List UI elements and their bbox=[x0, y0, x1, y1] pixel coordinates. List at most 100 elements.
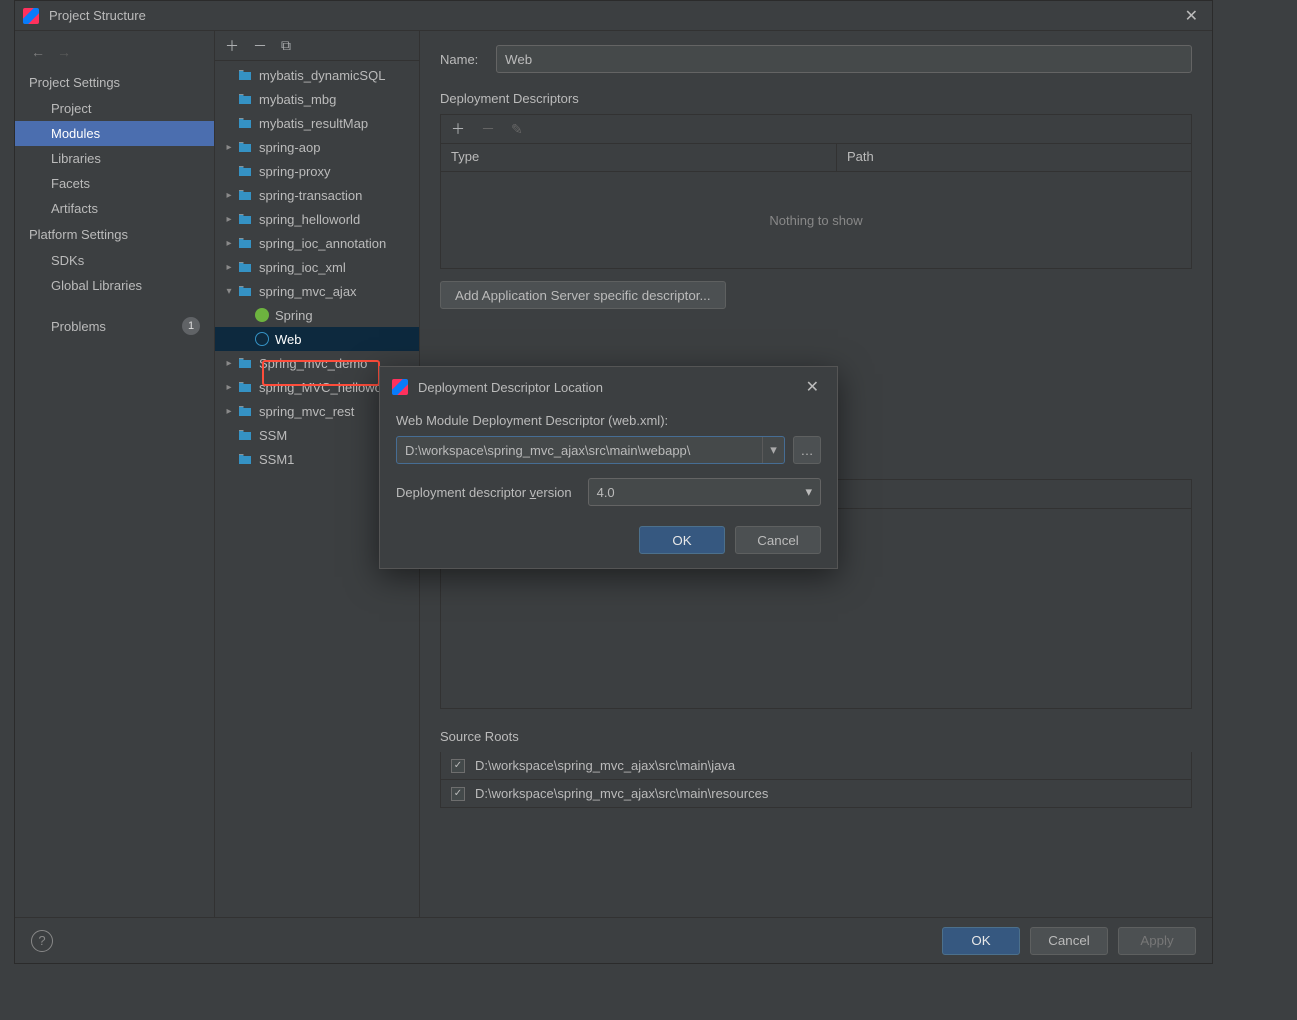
source-root-path: D:\workspace\spring_mvc_ajax\src\main\re… bbox=[475, 786, 768, 801]
path-input[interactable] bbox=[397, 437, 762, 463]
checkbox-icon[interactable]: ✓ bbox=[451, 759, 465, 773]
dd-table-header: Type Path bbox=[441, 144, 1191, 172]
sidebar-item-facets[interactable]: Facets bbox=[15, 171, 214, 196]
tree-item[interactable]: ▸ spring_ioc_annotation bbox=[215, 231, 419, 255]
apply-button[interactable]: Apply bbox=[1118, 927, 1196, 955]
modal-body: Web Module Deployment Descriptor (web.xm… bbox=[380, 407, 837, 568]
folder-icon bbox=[237, 140, 253, 154]
dd-table: Type Path Nothing to show bbox=[440, 144, 1192, 269]
back-arrow-icon[interactable]: ← bbox=[31, 44, 45, 60]
forward-arrow-icon[interactable]: → bbox=[57, 44, 71, 60]
col-path[interactable]: Path bbox=[837, 144, 1191, 171]
tree-item-label: spring_MVC_helloworld bbox=[259, 380, 396, 395]
source-root-item[interactable]: ✓ D:\workspace\spring_mvc_ajax\src\main\… bbox=[440, 752, 1192, 780]
titlebar: Project Structure ✕ bbox=[15, 1, 1212, 31]
modal-footer: OK Cancel bbox=[396, 526, 821, 554]
source-roots-section: Source Roots ✓ D:\workspace\spring_mvc_a… bbox=[440, 729, 1192, 808]
source-root-item[interactable]: ✓ D:\workspace\spring_mvc_ajax\src\main\… bbox=[440, 780, 1192, 808]
folder-icon bbox=[237, 428, 253, 442]
add-descriptor-button[interactable]: Add Application Server specific descript… bbox=[440, 281, 726, 309]
folder-icon bbox=[237, 380, 253, 394]
name-input[interactable] bbox=[496, 45, 1192, 73]
modal-ok-button[interactable]: OK bbox=[639, 526, 725, 554]
sidebar-item-problems[interactable]: Problems 1 bbox=[15, 312, 214, 340]
sidebar-item-modules[interactable]: Modules bbox=[15, 121, 214, 146]
intellij-icon bbox=[392, 379, 408, 395]
dd-edit-icon[interactable]: ✎ bbox=[511, 121, 523, 138]
chevron-icon[interactable]: ▸ bbox=[221, 358, 237, 369]
folder-icon bbox=[237, 116, 253, 130]
tree-item[interactable]: mybatis_mbg bbox=[215, 87, 419, 111]
chevron-icon[interactable]: ▸ bbox=[221, 262, 237, 273]
version-select[interactable]: 4.0 ▾ bbox=[588, 478, 821, 506]
tree-item[interactable]: ▸spring_helloworld bbox=[215, 207, 419, 231]
tree-item[interactable]: ▸spring-transaction bbox=[215, 183, 419, 207]
folder-icon bbox=[237, 260, 253, 274]
sidebar-item-libraries[interactable]: Libraries bbox=[15, 146, 214, 171]
chevron-icon[interactable]: ▸ bbox=[221, 382, 237, 393]
globe-icon bbox=[255, 332, 269, 346]
tree-item[interactable]: mybatis_resultMap bbox=[215, 111, 419, 135]
col-type[interactable]: Type bbox=[441, 144, 837, 171]
folder-icon bbox=[237, 92, 253, 106]
cancel-button[interactable]: Cancel bbox=[1030, 927, 1108, 955]
tree-item[interactable]: ▾ spring_mvc_ajax bbox=[215, 279, 419, 303]
folder-icon bbox=[237, 68, 253, 82]
chevron-icon[interactable]: ▾ bbox=[221, 286, 237, 297]
dd-add-icon[interactable]: ＋ bbox=[451, 119, 465, 139]
version-value: 4.0 bbox=[597, 485, 615, 500]
modal-close-icon[interactable]: ✕ bbox=[800, 375, 825, 399]
dialog-footer: ? OK Cancel Apply bbox=[15, 917, 1212, 963]
tree-toolbar: ＋ － ⧉ bbox=[215, 31, 419, 61]
chevron-icon[interactable]: ▸ bbox=[221, 238, 237, 249]
path-combobox[interactable]: ▾ bbox=[396, 436, 785, 464]
folder-icon bbox=[237, 164, 253, 178]
close-icon[interactable]: ✕ bbox=[1179, 4, 1204, 28]
sidebar-item-project[interactable]: Project bbox=[15, 96, 214, 121]
tree-item[interactable]: spring-proxy bbox=[215, 159, 419, 183]
version-label: Deployment descriptor version bbox=[396, 485, 572, 500]
sidebar-item-global-libraries[interactable]: Global Libraries bbox=[15, 273, 214, 298]
source-root-path: D:\workspace\spring_mvc_ajax\src\main\ja… bbox=[475, 758, 735, 773]
checkbox-icon[interactable]: ✓ bbox=[451, 787, 465, 801]
sidebar-item-artifacts[interactable]: Artifacts bbox=[15, 196, 214, 221]
chevron-icon[interactable]: ▸ bbox=[221, 214, 237, 225]
tree-item-label: spring_ioc_annotation bbox=[259, 236, 386, 251]
tree-item-label: mybatis_dynamicSQL bbox=[259, 68, 385, 83]
tree-item-label: Spring_mvc_demo bbox=[259, 356, 367, 371]
folder-icon bbox=[237, 356, 253, 370]
ok-button[interactable]: OK bbox=[942, 927, 1020, 955]
dd-remove-icon[interactable]: － bbox=[481, 119, 495, 139]
tree-item[interactable]: ▸spring_ioc_xml bbox=[215, 255, 419, 279]
chevron-icon[interactable]: ▸ bbox=[221, 142, 237, 153]
folder-icon bbox=[237, 404, 253, 418]
folder-icon bbox=[237, 452, 253, 466]
add-icon[interactable]: ＋ bbox=[225, 36, 239, 56]
tree-item-label: SSM1 bbox=[259, 452, 294, 467]
tree-item-label: spring_mvc_ajax bbox=[259, 284, 357, 299]
help-icon[interactable]: ? bbox=[31, 930, 53, 952]
section-platform-settings: Platform Settings bbox=[15, 221, 214, 248]
copy-icon[interactable]: ⧉ bbox=[281, 37, 291, 54]
modal-cancel-button[interactable]: Cancel bbox=[735, 526, 821, 554]
tree-item-label: mybatis_resultMap bbox=[259, 116, 368, 131]
folder-icon bbox=[237, 284, 253, 298]
chevron-icon[interactable]: ▸ bbox=[221, 406, 237, 417]
sidebar-item-sdks[interactable]: SDKs bbox=[15, 248, 214, 273]
problems-badge: 1 bbox=[182, 317, 200, 335]
intellij-icon bbox=[23, 8, 39, 24]
dropdown-icon[interactable]: ▾ bbox=[762, 437, 784, 463]
tree-item[interactable]: Web bbox=[215, 327, 419, 351]
modal-titlebar: Deployment Descriptor Location ✕ bbox=[380, 367, 837, 407]
folder-icon bbox=[237, 188, 253, 202]
remove-icon[interactable]: － bbox=[253, 36, 267, 56]
tree-item[interactable]: mybatis_dynamicSQL bbox=[215, 63, 419, 87]
chevron-icon[interactable]: ▸ bbox=[221, 190, 237, 201]
tree-item-label: spring-aop bbox=[259, 140, 320, 155]
spring-icon bbox=[255, 308, 269, 322]
tree-item[interactable]: ▸ spring-aop bbox=[215, 135, 419, 159]
deployment-descriptors-title: Deployment Descriptors bbox=[440, 91, 1192, 106]
dd-toolbar: ＋ － ✎ bbox=[440, 114, 1192, 144]
tree-item[interactable]: Spring bbox=[215, 303, 419, 327]
browse-button[interactable]: … bbox=[793, 436, 821, 464]
